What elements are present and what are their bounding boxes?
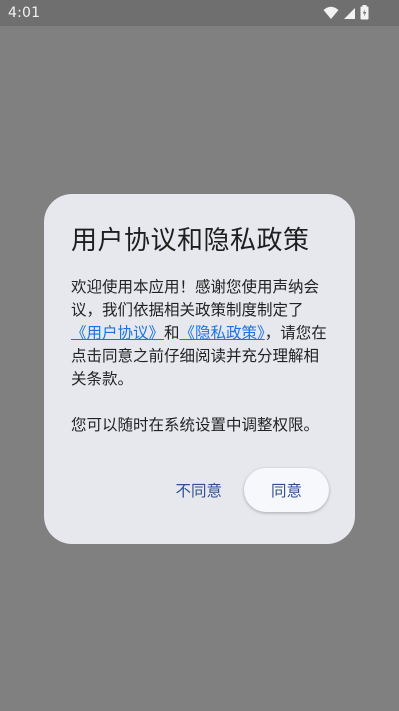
status-icons <box>323 5 369 20</box>
signal-icon <box>343 6 356 20</box>
disagree-button[interactable]: 不同意 <box>161 470 236 510</box>
body-prefix-text: 欢迎使用本应用！感谢您使用声纳会议，我们依据相关政策制度制定了 <box>71 278 320 319</box>
and-text: 和 <box>164 324 180 342</box>
wifi-icon <box>323 6 339 20</box>
dialog-actions: 不同意 同意 <box>161 468 329 512</box>
user-agreement-link[interactable]: 《用户协议》 <box>71 324 164 342</box>
battery-icon <box>360 5 369 20</box>
agree-button[interactable]: 同意 <box>244 468 329 512</box>
dialog-permission-note: 您可以随时在系统设置中调整权限。 <box>71 416 320 434</box>
status-bar: 4:01 <box>0 0 399 26</box>
dialog-body: 欢迎使用本应用！感谢您使用声纳会议，我们依据相关政策制度制定了《用户协议》和《隐… <box>71 276 329 437</box>
dialog-title: 用户协议和隐私政策 <box>71 226 310 256</box>
privacy-policy-link[interactable]: 《隐私政策》 <box>180 324 265 342</box>
status-time: 4:01 <box>8 5 41 21</box>
privacy-dialog: 用户协议和隐私政策 欢迎使用本应用！感谢您使用声纳会议，我们依据相关政策制度制定… <box>44 194 355 544</box>
dialog-message: 欢迎使用本应用！感谢您使用声纳会议，我们依据相关政策制度制定了《用户协议》和《隐… <box>71 276 329 391</box>
